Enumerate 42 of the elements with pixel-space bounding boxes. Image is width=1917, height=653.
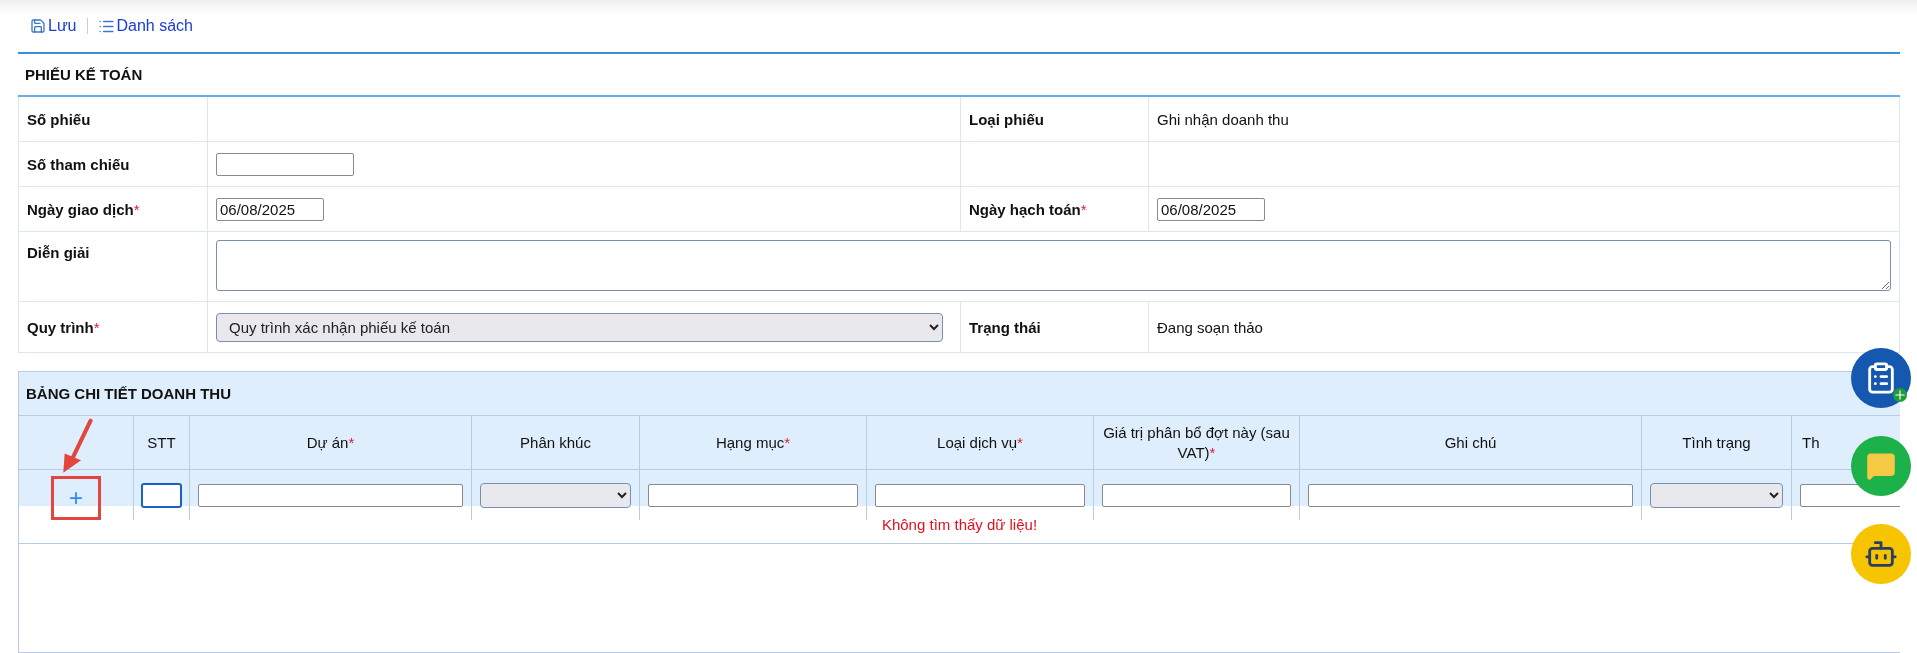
- cell-input[interactable]: [1102, 483, 1291, 507]
- plus-icon: [1893, 388, 1907, 402]
- field-label: Loại phiếu: [969, 110, 1044, 128]
- field-value: Đang soạn thảo: [1157, 318, 1263, 336]
- cell-input[interactable]: [1308, 483, 1633, 507]
- column-header: Ghi chú: [1444, 432, 1497, 453]
- column-header: Dự án*: [306, 432, 355, 453]
- field-label: Ngày giao dịch*: [27, 200, 140, 218]
- field-label: Quy trình*: [27, 318, 100, 336]
- column-header: Tình trạng: [1682, 432, 1751, 453]
- field-label: Diễn giải: [27, 244, 90, 261]
- list-button[interactable]: Danh sách: [93, 17, 197, 35]
- column-header: STT: [147, 432, 176, 453]
- column-header: Phân khúc: [520, 432, 591, 453]
- save-button[interactable]: Lưu: [26, 17, 81, 35]
- cell-input[interactable]: [648, 483, 858, 507]
- field-label: Ngày hạch toán*: [969, 200, 1087, 218]
- text-field[interactable]: [216, 152, 354, 176]
- column-header: Hạng mục*: [715, 432, 791, 453]
- field-label: Số tham chiếu: [27, 155, 130, 173]
- field-label: Số phiếu: [27, 110, 91, 128]
- column-header: Loại dịch vụ*: [937, 432, 1023, 453]
- robot-button[interactable]: [1851, 524, 1911, 584]
- select-field[interactable]: Quy trình xác nhận phiếu kế toán: [216, 312, 943, 342]
- cell-select[interactable]: [1650, 482, 1783, 508]
- column-header: Th: [1802, 432, 1820, 453]
- cell-select[interactable]: [480, 482, 631, 508]
- column-header: Giá trị phân bổ đợt này (sau VAT)*: [1102, 423, 1291, 462]
- field-label: Trạng thái: [969, 318, 1041, 336]
- form-title: PHIẾU KẾ TOÁN: [18, 54, 1900, 97]
- cell-input[interactable]: [198, 483, 463, 507]
- text-field[interactable]: 06/08/2025: [216, 197, 324, 221]
- text-field[interactable]: 06/08/2025: [1157, 197, 1265, 221]
- text-area[interactable]: [216, 240, 1891, 291]
- table-title: BẢNG CHI TIẾT DOANH THU: [19, 372, 1900, 416]
- field-value: Ghi nhận doanh thu: [1157, 110, 1289, 128]
- chat-icon: [1866, 451, 1896, 481]
- empty-message: Không tìm thấy dữ liệu!: [881, 516, 1038, 533]
- save-icon: [30, 18, 46, 34]
- clipboard-button[interactable]: [1851, 348, 1911, 408]
- cell-input[interactable]: [875, 483, 1085, 507]
- cell-input[interactable]: [142, 483, 181, 507]
